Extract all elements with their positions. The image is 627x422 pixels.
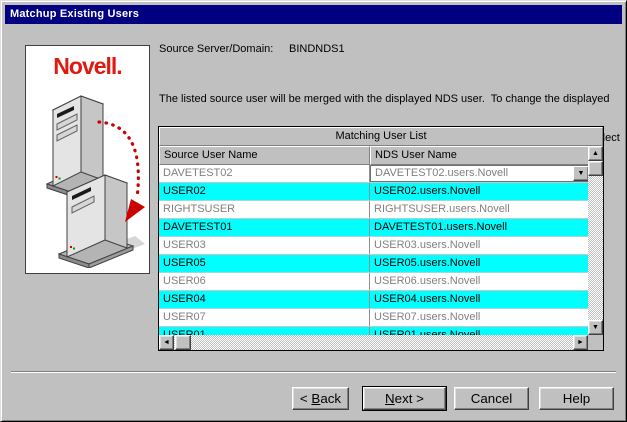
source-user-name-cell: USER03 — [159, 237, 370, 254]
table-row[interactable]: DAVETEST01 DAVETEST01.users.Novell ▼ — [159, 219, 590, 237]
window-title: Matchup Existing Users — [10, 8, 139, 20]
nds-user-name-cell[interactable]: USER07.users.Novell ▼ — [370, 309, 590, 326]
description-line: The listed source user will be merged wi… — [159, 93, 620, 106]
nds-user-name-cell[interactable]: USER05.users.Novell ▼ — [370, 255, 590, 272]
table-row[interactable]: USER03 USER03.users.Novell ▼ — [159, 237, 590, 255]
scroll-left-button[interactable]: ◄ — [159, 335, 174, 350]
source-user-name-cell: RIGHTSUSER — [159, 201, 370, 218]
nds-user-name-cell[interactable]: USER04.users.Novell ▼ — [370, 291, 590, 308]
grid-title: Matching User List — [159, 127, 603, 146]
dialog-window: Matchup Existing Users Novell. — [0, 0, 627, 422]
nds-user-name-value: RIGHTSUSER.users.Novell — [374, 203, 510, 215]
scrollbar-corner — [588, 335, 603, 350]
nds-user-name-value: USER03.users.Novell — [374, 239, 480, 251]
scroll-down-icon: ▼ — [592, 324, 599, 331]
scroll-right-button[interactable]: ► — [573, 335, 588, 350]
nds-user-name-value: USER02.users.Novell — [374, 185, 480, 197]
nds-user-name-cell[interactable]: USER06.users.Novell ▼ — [370, 273, 590, 290]
horizontal-scrollbar[interactable]: ◄ ► — [159, 335, 588, 350]
source-user-name-cell: USER07 — [159, 309, 370, 326]
table-row[interactable]: USER06 USER06.users.Novell ▼ — [159, 273, 590, 291]
back-button-label: < — [300, 391, 312, 406]
source-server-value: BINDNDS1 — [289, 43, 345, 55]
nds-user-name-value: USER04.users.Novell — [374, 293, 480, 305]
divider-line — [11, 371, 616, 373]
scroll-up-icon: ▲ — [592, 150, 599, 157]
cancel-button[interactable]: Cancel — [454, 387, 529, 410]
column-header-nds-user-name[interactable]: NDS User Name — [370, 146, 590, 165]
nds-user-name-value: USER07.users.Novell — [374, 311, 480, 323]
vertical-scrollbar[interactable]: ▲ ▼ — [588, 146, 603, 335]
help-button[interactable]: Help — [539, 387, 614, 410]
dropdown-button[interactable]: ▼ — [573, 166, 589, 181]
back-button[interactable]: < Back — [292, 387, 349, 410]
scroll-down-button[interactable]: ▼ — [588, 320, 603, 335]
source-server-label: Source Server/Domain: — [159, 43, 273, 55]
nds-user-name-value: DAVETEST01.users.Novell — [374, 221, 507, 233]
nds-user-name-cell[interactable]: USER02.users.Novell ▼ — [370, 183, 590, 200]
title-bar[interactable]: Matchup Existing Users — [5, 5, 622, 24]
vertical-scrollbar-thumb[interactable] — [588, 161, 603, 176]
scroll-left-icon: ◄ — [163, 339, 170, 346]
nds-user-name-cell[interactable]: USER03.users.Novell ▼ — [370, 237, 590, 254]
scroll-up-button[interactable]: ▲ — [588, 146, 603, 161]
source-user-name-cell: DAVETEST02 — [159, 165, 370, 182]
next-button[interactable]: Next > — [363, 387, 446, 410]
nds-user-name-value: DAVETEST02.users.Novell — [375, 167, 508, 179]
source-user-name-cell: USER06 — [159, 273, 370, 290]
nds-user-name-value: USER06.users.Novell — [374, 275, 480, 287]
novell-logo: Novell. — [26, 53, 149, 80]
nds-user-name-cell[interactable]: DAVETEST02.users.Novell ▼ — [370, 165, 590, 182]
nds-user-name-value: USER05.users.Novell — [374, 257, 480, 269]
source-user-name-cell: USER04 — [159, 291, 370, 308]
table-row[interactable]: USER02 USER02.users.Novell ▼ — [159, 183, 590, 201]
nds-user-name-cell[interactable]: DAVETEST01.users.Novell ▼ — [370, 219, 590, 236]
table-row[interactable]: USER07 USER07.users.Novell ▼ — [159, 309, 590, 327]
table-row[interactable]: USER05 USER05.users.Novell ▼ — [159, 255, 590, 273]
scroll-right-icon: ► — [577, 339, 584, 346]
source-user-name-cell: USER05 — [159, 255, 370, 272]
matching-user-list-grid: Matching User List Source User Name NDS … — [158, 126, 604, 351]
table-row[interactable]: DAVETEST02 DAVETEST02.users.Novell ▼ — [159, 165, 590, 183]
source-user-name-cell: DAVETEST01 — [159, 219, 370, 236]
source-user-name-cell: USER02 — [159, 183, 370, 200]
nds-user-name-cell[interactable]: RIGHTSUSER.users.Novell ▼ — [370, 201, 590, 218]
server-migration-illustration — [27, 80, 148, 268]
dropdown-icon: ▼ — [578, 170, 585, 177]
branding-panel: Novell. — [25, 45, 150, 274]
column-header-source-user-name[interactable]: Source User Name — [159, 146, 370, 165]
grid-rows: DAVETEST02 DAVETEST02.users.Novell ▼ USE… — [159, 165, 590, 337]
table-row[interactable]: USER04 USER04.users.Novell ▼ — [159, 291, 590, 309]
horizontal-scrollbar-thumb[interactable] — [175, 335, 191, 350]
table-row[interactable]: RIGHTSUSER RIGHTSUSER.users.Novell ▼ — [159, 201, 590, 219]
